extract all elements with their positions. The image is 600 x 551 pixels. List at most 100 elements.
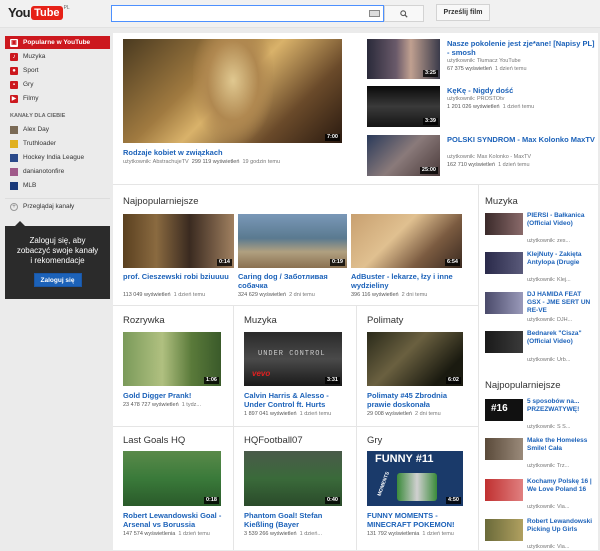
- channel-hockey-india[interactable]: Hockey India League: [5, 151, 110, 164]
- category-video-title[interactable]: Phantom Goal! Stefan Kießling (Bayer: [244, 511, 349, 529]
- side-video-title[interactable]: POLSKI SYNDROM - Max Kolonko MaxTV: [447, 135, 597, 153]
- featured-thumbnail[interactable]: 7:00: [123, 39, 342, 143]
- side-video-thumbnail[interactable]: 25:00: [367, 135, 440, 176]
- side-video-title[interactable]: KęKę - Nigdy dość: [447, 86, 597, 95]
- right-popular-title-link[interactable]: Kochamy Polskę 16 | We Love Poland 16: [527, 478, 595, 504]
- right-music-user[interactable]: użytkownik: Urb...: [527, 357, 595, 364]
- category-video-meta: 29 008 wyświetleń 2 dni temu: [367, 411, 472, 418]
- popular-video-title[interactable]: AdBuster - lekarze, łzy i inne wydzielin…: [351, 272, 463, 290]
- nav-music[interactable]: ♪ Muzyka: [5, 50, 110, 63]
- side-video-thumbnail[interactable]: 3:39: [367, 86, 440, 127]
- right-popular-user[interactable]: użytkownik: Via...: [527, 504, 595, 511]
- search-icon: [400, 9, 408, 18]
- right-music-user[interactable]: użytkownik: zes...: [527, 238, 595, 245]
- upload-button[interactable]: Prześlij film: [436, 4, 490, 21]
- search-input[interactable]: [111, 5, 384, 22]
- views: 3 539 266 wyświetleń: [244, 531, 297, 537]
- keyboard-icon[interactable]: [369, 10, 380, 17]
- popular-video-thumbnail[interactable]: 6:54: [351, 214, 462, 268]
- channel-label: Truthloader: [23, 140, 56, 147]
- category-title-last-goals[interactable]: Last Goals HQ: [123, 435, 185, 446]
- right-popular-thumbnail[interactable]: [485, 438, 523, 460]
- category-video-title[interactable]: Polimaty #45 Zbrodnia prawie doskonała: [367, 391, 472, 409]
- right-music-user[interactable]: użytkownik: Klej...: [527, 277, 595, 284]
- side-video-user[interactable]: użytkownik: PROSTOtv: [447, 96, 597, 103]
- right-popular-title-link[interactable]: Robert Lewandowski Picking Up Girls: [527, 518, 595, 544]
- category-title-hqfootball[interactable]: HQFootball07: [244, 435, 303, 446]
- category-video-thumbnail[interactable]: 6:02: [367, 332, 463, 386]
- right-popular-thumbnail[interactable]: [485, 519, 523, 541]
- right-popular-title-link[interactable]: Make the Homeless Smile! Cała: [527, 437, 595, 463]
- popular-video-thumbnail[interactable]: 0:19: [238, 214, 347, 268]
- duration-badge: 7:00: [324, 134, 340, 141]
- right-popular-thumbnail[interactable]: #16: [485, 399, 523, 421]
- nav-games[interactable]: ▪ Gry: [5, 78, 110, 91]
- right-music-title-link[interactable]: PIERSI - Bałkanica (Official Video): [527, 212, 595, 230]
- right-music-title-link[interactable]: Bednarek "Cisza" (Official Video): [527, 330, 595, 356]
- channel-danianotonfire[interactable]: danianotonfire: [5, 165, 110, 178]
- right-popular-user[interactable]: użytkownik: S S...: [527, 424, 595, 431]
- side-video-meta: 67 375 wyświetleń 1 dzień temu: [447, 66, 597, 73]
- popular-video-thumbnail[interactable]: 0:14: [123, 214, 234, 268]
- nav-films[interactable]: ▶ Filmy: [5, 92, 110, 105]
- views: 23 478 727 wyświetleń: [123, 402, 179, 408]
- popular-section-title[interactable]: Najpopularniejsze: [123, 196, 199, 207]
- popular-video-title[interactable]: prof. Cieszewski robi bziuuuu: [123, 272, 233, 290]
- views: 67 375 wyświetleń: [447, 66, 492, 72]
- category-video-meta: 23 478 727 wyświetleń 1 tydz...: [123, 402, 228, 409]
- nav-popular[interactable]: ▣ Popularne w YouTube: [5, 36, 110, 49]
- right-popular-title-link[interactable]: 5 sposobów na... PRZEZWATYWĘ!: [527, 398, 595, 416]
- featured-user[interactable]: użytkownik: AbstrachujeTV: [123, 159, 189, 165]
- search-button[interactable]: [384, 5, 424, 22]
- category-title-gry[interactable]: Gry: [367, 435, 382, 446]
- right-music-thumbnail[interactable]: [485, 252, 523, 274]
- featured-title[interactable]: Rodzaje kobiet w związkach: [123, 148, 343, 157]
- age: 1 dzień temu: [173, 292, 206, 298]
- browse-channels[interactable]: + Przeglądaj kanały: [5, 198, 110, 212]
- category-video-thumbnail[interactable]: UNDER CONTROL vevo 3:31: [244, 332, 342, 386]
- views: 131 792 wyświetlenia: [367, 531, 420, 537]
- thumb-graphic: [193, 39, 273, 143]
- right-music-title-link[interactable]: DJ HAMIDA FEAT GSX - JME SERT UN RE-VE: [527, 291, 595, 317]
- category-video-title[interactable]: FUNNY MOMENTS - MINECRAFT POKEMON!: [367, 511, 472, 529]
- channel-mlb[interactable]: MLB: [5, 179, 110, 192]
- category-title-polimaty[interactable]: Polimaty: [367, 315, 403, 326]
- right-music-thumbnail[interactable]: [485, 292, 523, 314]
- channel-alex-day[interactable]: Alex Day: [5, 123, 110, 136]
- youtube-logo[interactable]: You Tube PL: [8, 5, 70, 20]
- duration-badge: 6:54: [444, 259, 460, 266]
- right-music-thumbnail[interactable]: [485, 331, 523, 353]
- right-popular-thumbnail[interactable]: [485, 479, 523, 501]
- category-video-thumbnail[interactable]: FUNNY #11 MOMENTS 4:50: [367, 451, 463, 506]
- category-video-title[interactable]: Calvin Harris & Alesso - Under Control f…: [244, 391, 349, 409]
- right-music-title[interactable]: Muzyka: [485, 196, 518, 207]
- thumb-graphic: [397, 473, 437, 501]
- right-popular-user[interactable]: użytkownik: Trz...: [527, 463, 595, 470]
- category-video-title[interactable]: Gold Digger Prank!: [123, 391, 228, 400]
- film-icon: ▶: [10, 94, 18, 103]
- category-title-rozrywka[interactable]: Rozrywka: [123, 315, 165, 326]
- category-video-thumbnail[interactable]: 1:06: [123, 332, 221, 386]
- section-divider: [113, 184, 598, 185]
- category-video-thumbnail[interactable]: 0:18: [123, 451, 221, 506]
- right-popular-title[interactable]: Najpopularniejsze: [485, 380, 561, 391]
- signin-button[interactable]: Zaloguj się: [33, 273, 82, 287]
- category-video-meta: 3 539 266 wyświetleń 1 dzień...: [244, 531, 349, 538]
- right-music-thumbnail[interactable]: [485, 213, 523, 235]
- column-divider: [356, 305, 357, 550]
- category-video-thumbnail[interactable]: 0:40: [244, 451, 342, 506]
- category-title-muzyka[interactable]: Muzyka: [244, 315, 277, 326]
- side-video-user[interactable]: użytkownik: Tłumacz YouTube: [447, 58, 597, 65]
- popular-video-title[interactable]: Caring dog / Заботливая собачка: [238, 272, 348, 290]
- thumb-caption: FUNNY #11: [375, 453, 434, 465]
- right-music-title-link[interactable]: KlejNuty - Zakięta Antylopa (Drugie: [527, 251, 595, 277]
- side-video-thumbnail[interactable]: 3:25: [367, 39, 440, 79]
- side-video-title[interactable]: Nasze pokolenie jest zje*ane! [Napisy PL…: [447, 39, 597, 57]
- category-video-title[interactable]: Robert Lewandowski Goal - Arsenal vs Bor…: [123, 511, 231, 529]
- category-video-meta: 1 897 041 wyświetleń 1 dzień temu: [244, 411, 349, 418]
- side-video-user[interactable]: użytkownik: Max Kolonko - MaxTV: [447, 154, 597, 161]
- channel-truthloader[interactable]: Truthloader: [5, 137, 110, 150]
- thumb-subcaption: MOMENTS: [376, 470, 391, 498]
- nav-sport[interactable]: ● Sport: [5, 64, 110, 77]
- right-music-user[interactable]: użytkownik: DJH...: [527, 317, 595, 324]
